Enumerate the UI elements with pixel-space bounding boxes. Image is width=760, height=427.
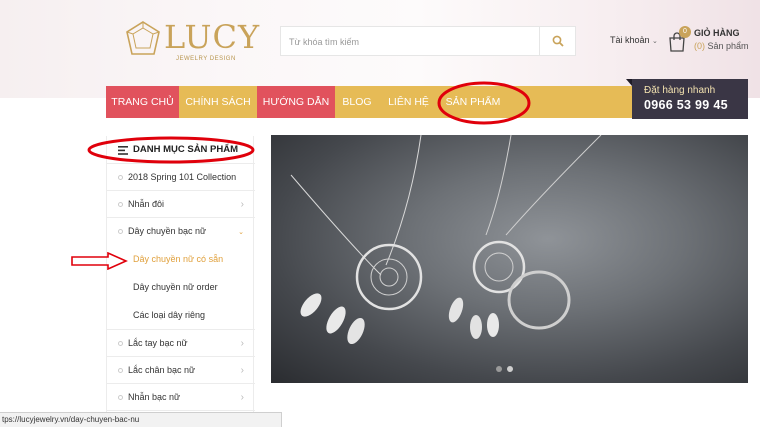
sidebar-item-women-necklaces[interactable]: Dây chuyền bạc nữ ⌄	[107, 218, 255, 245]
nav-item-blog[interactable]: BLOG	[335, 86, 379, 118]
sidebar-subitem-chains[interactable]: Các loại dây riêng	[107, 302, 255, 330]
nav-item-products[interactable]: SẢN PHẨM	[438, 86, 508, 118]
sidebar-subitem-label: Các loại dây riêng	[133, 310, 206, 320]
sidebar-item-label: Nhẫn đôi	[128, 199, 165, 209]
cart-count-text: (0)	[694, 41, 705, 51]
hotline-label: Đặt hàng nhanh	[644, 85, 716, 96]
chevron-down-icon: ⌄	[652, 38, 658, 45]
sidebar-item-rings[interactable]: Nhẫn bạc nữ ›	[107, 384, 255, 411]
slider-pagination	[496, 366, 526, 374]
nav-item-home[interactable]: TRANG CHỦ	[106, 86, 179, 118]
sidebar-title-text: DANH MỤC SẢN PHẨM	[133, 144, 239, 155]
sidebar-item-spring-collection[interactable]: 2018 Spring 101 Collection	[107, 164, 255, 191]
bullet-icon	[118, 202, 123, 207]
sidebar-item-label: Nhẫn bạc nữ	[128, 392, 181, 402]
nav-item-guide[interactable]: HƯỚNG DẪN	[257, 86, 335, 118]
browser-status-bar: tps://lucyjewelry.vn/day-chuyen-bac-nu	[0, 412, 282, 427]
sidebar-subitem-label: Dây chuyền nữ có sẵn	[133, 254, 224, 264]
slider-dot[interactable]	[496, 366, 502, 372]
list-icon	[118, 146, 128, 155]
jewelry-photo	[290, 135, 602, 345]
nav-item-contact[interactable]: LIÊN HỆ	[379, 86, 438, 118]
sidebar-item-label: 2018 Spring 101 Collection	[128, 172, 237, 182]
logo-tagline: JEWELRY DESIGN	[176, 56, 236, 62]
cart-subtitle-label: Sản phẩm	[707, 41, 749, 51]
bullet-icon	[118, 368, 123, 373]
sidebar-subitem-label: Dây chuyền nữ order	[133, 282, 218, 292]
sidebar-subitem-in-stock[interactable]: Dây chuyền nữ có sẵn	[107, 246, 255, 273]
bullet-icon	[118, 395, 123, 400]
category-sidebar: DANH MỤC SẢN PHẨM 2018 Spring 101 Collec…	[106, 136, 255, 427]
chevron-down-icon[interactable]: ⌄	[238, 228, 244, 236]
chevron-right-icon[interactable]: ›	[241, 392, 244, 403]
sidebar-item-anklets[interactable]: Lắc chân bạc nữ ›	[107, 357, 255, 384]
sidebar-item-bracelets[interactable]: Lắc tay bạc nữ ›	[107, 330, 255, 357]
sidebar-subitem-order[interactable]: Dây chuyền nữ order	[107, 274, 255, 301]
search-bar	[280, 26, 576, 56]
cart-widget[interactable]: 0 GIỎ HÀNG (0) Sản phẩm	[668, 26, 749, 56]
search-input[interactable]	[289, 34, 539, 50]
hotline-box[interactable]: Đặt hàng nhanh 0966 53 99 45	[626, 79, 748, 119]
slider-dot-active[interactable]	[507, 366, 513, 372]
logo-wordmark: LUCY	[164, 18, 261, 56]
site-logo[interactable]: LUCY JEWELRY DESIGN	[124, 18, 259, 64]
chevron-right-icon[interactable]: ›	[241, 199, 244, 210]
hotline-phone: 0966 53 99 45	[644, 98, 728, 112]
search-icon	[552, 35, 564, 47]
sidebar-title: DANH MỤC SẢN PHẨM	[107, 136, 255, 164]
chevron-right-icon[interactable]: ›	[241, 338, 244, 349]
sidebar-item-label: Lắc tay bạc nữ	[128, 338, 188, 348]
logo-diamond-icon	[126, 21, 160, 55]
cart-subtitle: (0) Sản phẩm	[694, 41, 749, 51]
sidebar-item-label: Dây chuyền bạc nữ	[128, 226, 207, 236]
cart-title: GIỎ HÀNG	[694, 28, 740, 38]
bullet-icon	[118, 229, 123, 234]
cart-count-badge: 0	[679, 26, 691, 38]
account-label: Tài khoản	[610, 35, 650, 45]
chevron-right-icon[interactable]: ›	[241, 365, 244, 376]
bullet-icon	[118, 341, 123, 346]
search-button[interactable]	[539, 27, 575, 55]
sidebar-item-couple-rings[interactable]: Nhẫn đôi ›	[107, 191, 255, 218]
account-menu[interactable]: Tài khoản ⌄	[610, 35, 658, 45]
sidebar-item-label: Lắc chân bạc nữ	[128, 365, 196, 375]
nav-item-policy[interactable]: CHÍNH SÁCH	[179, 86, 257, 118]
bullet-icon	[118, 175, 123, 180]
hero-banner[interactable]	[271, 135, 748, 383]
